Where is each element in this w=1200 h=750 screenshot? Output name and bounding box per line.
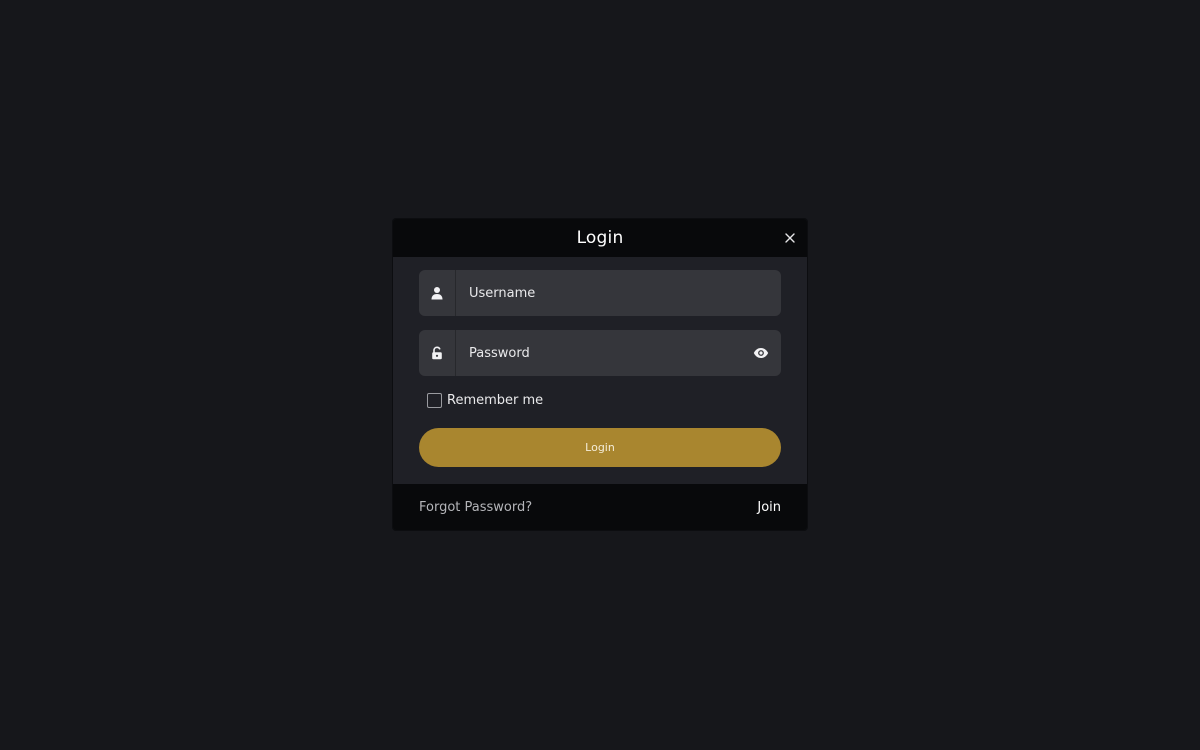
- modal-body: Remember me Login: [393, 257, 807, 467]
- remember-me-label[interactable]: Remember me: [447, 393, 543, 408]
- remember-me-row: Remember me: [427, 390, 781, 410]
- password-input[interactable]: [456, 329, 741, 377]
- show-password-button[interactable]: [741, 330, 781, 376]
- close-button[interactable]: [781, 229, 799, 247]
- join-link[interactable]: Join: [757, 500, 781, 515]
- forgot-password-link[interactable]: Forgot Password?: [419, 500, 532, 515]
- modal-footer: Forgot Password? Join: [393, 484, 807, 530]
- remember-me-checkbox[interactable]: [427, 392, 442, 408]
- eye-icon: [753, 348, 769, 358]
- login-modal: Login Username Remember me Login Forgot …: [393, 219, 807, 530]
- user-icon: [419, 270, 456, 316]
- username-input[interactable]: [456, 269, 781, 317]
- username-field: [419, 269, 781, 317]
- lock-icon: [419, 330, 456, 376]
- password-field: [419, 329, 781, 377]
- login-button[interactable]: Login: [419, 428, 781, 467]
- modal-title: Login: [576, 228, 624, 248]
- modal-header: Login: [393, 219, 807, 257]
- close-icon: [785, 233, 795, 243]
